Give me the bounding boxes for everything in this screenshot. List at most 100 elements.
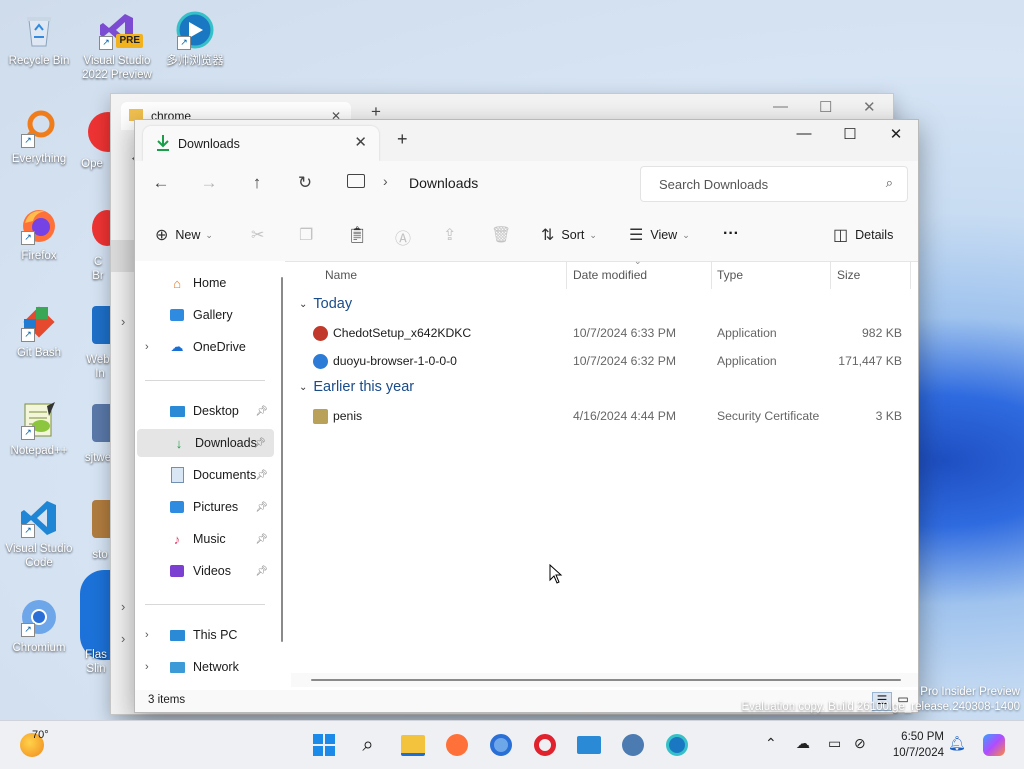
music-icon: ♪ <box>173 531 181 547</box>
column-divider[interactable] <box>711 261 712 289</box>
minimize-icon[interactable]: — <box>773 98 788 115</box>
network-status-icon[interactable]: ⊘ <box>854 735 866 752</box>
duoyu-browser-taskbar-icon[interactable] <box>663 731 691 759</box>
git-bash-desktop-icon[interactable]: ↗ Git Bash <box>3 302 75 360</box>
tab-close-icon[interactable]: ✕ <box>354 133 367 151</box>
maximize-icon[interactable]: ☐ <box>819 98 832 116</box>
up-icon[interactable]: ↑ <box>245 173 269 193</box>
pin-icon[interactable]: 📌︎ <box>255 534 268 545</box>
clipboard-icon: 📋︎ <box>347 227 368 244</box>
view-button[interactable]: ☰ View ⌄ <box>629 225 690 245</box>
nav-scrollbar[interactable] <box>281 277 283 642</box>
globe-app-taskbar-icon[interactable] <box>619 731 647 759</box>
nav-item-documents[interactable]: Documents 📌︎ <box>135 461 276 489</box>
more-options-button[interactable]: ··· <box>723 225 739 243</box>
nav-item-home[interactable]: ⌂ Home <box>135 269 276 297</box>
tab-downloads[interactable]: Downloads ✕ <box>143 126 379 161</box>
everything-desktop-icon[interactable]: ↗ Everything <box>3 108 75 166</box>
visual-studio-desktop-icon[interactable]: PRE ↗ Visual Studio 2022 Preview <box>81 10 153 82</box>
notepad-plus-plus-desktop-icon[interactable]: ↗ Notepad++ <box>3 400 75 458</box>
search-input[interactable]: Search Downloads ⌕ <box>640 166 908 202</box>
new-button[interactable]: ⊕ New ⌄ <box>155 225 213 245</box>
copy-button[interactable]: ❐ <box>299 225 320 245</box>
display-icon[interactable]: ▭ <box>828 735 841 752</box>
details-button[interactable]: ◫ Details <box>833 225 893 245</box>
notification-bell-icon[interactable]: 🔔︎ <box>948 735 966 752</box>
recycle-bin-desktop-icon[interactable]: Recycle Bin <box>3 10 75 68</box>
nav-item-network[interactable]: › Network <box>135 653 276 681</box>
column-divider[interactable] <box>566 261 567 289</box>
horizontal-scrollbar[interactable] <box>311 679 901 681</box>
show-hidden-icons-icon[interactable]: ⌃ <box>765 735 777 752</box>
chevron-right-icon[interactable]: › <box>145 341 157 353</box>
nav-item-gallery[interactable]: Gallery <box>135 301 276 329</box>
column-header-date[interactable]: Date modified <box>573 268 647 282</box>
chevron-right-icon[interactable]: › <box>121 599 125 614</box>
search-icon[interactable]: ⌕ <box>354 731 382 759</box>
copilot-icon[interactable] <box>980 731 1008 759</box>
pin-icon[interactable]: 📌︎ <box>255 502 268 513</box>
share-button[interactable]: ⇪ <box>443 225 463 245</box>
chevron-right-icon[interactable]: › <box>121 314 125 329</box>
column-divider[interactable] <box>830 261 831 289</box>
group-header-earlier-this-year[interactable]: ⌄ Earlier this year <box>299 379 414 395</box>
monitor-app-taskbar-icon[interactable] <box>575 731 603 759</box>
new-tab-icon[interactable]: + <box>397 129 408 150</box>
cut-button[interactable]: ✂ <box>251 225 271 245</box>
delete-button[interactable]: 🗑︎ <box>491 225 518 245</box>
weather-temp[interactable]: 70° <box>32 729 49 741</box>
table-row[interactable]: penis 4/16/2024 4:44 PM Security Certifi… <box>291 403 916 429</box>
table-row[interactable]: ChedotSetup_x642KDKC 10/7/2024 6:33 PM A… <box>291 320 916 346</box>
chevron-down-icon: ⌄ <box>299 298 308 310</box>
clock[interactable]: 6:50 PM 10/7/2024 <box>893 729 944 761</box>
nav-item-desktop[interactable]: Desktop 📌︎ <box>135 397 276 425</box>
nav-item-downloads[interactable]: ↓ Downloads 📌︎ <box>137 429 274 457</box>
vscode-desktop-icon[interactable]: ↗ Visual Studio Code <box>3 498 75 570</box>
firefox-desktop-icon[interactable]: ↗ Firefox <box>3 205 75 263</box>
opera-taskbar-icon[interactable] <box>531 731 559 759</box>
forward-icon[interactable]: → <box>197 173 221 193</box>
group-header-today[interactable]: ⌄ Today <box>299 296 352 312</box>
chromium-desktop-icon[interactable]: ↗ Chromium <box>3 597 75 655</box>
nav-item-pictures[interactable]: Pictures 📌︎ <box>135 493 276 521</box>
pin-icon[interactable]: 📌︎ <box>255 566 268 577</box>
chevron-right-icon[interactable]: › <box>121 631 125 646</box>
column-divider[interactable] <box>910 261 911 289</box>
chevron-right-icon[interactable]: › <box>145 661 157 673</box>
pin-icon[interactable]: 📌︎ <box>255 470 268 481</box>
chromium-taskbar-icon[interactable] <box>487 731 515 759</box>
firefox-taskbar-icon[interactable] <box>443 731 471 759</box>
close-icon[interactable]: ✕ <box>881 125 911 143</box>
paste-button[interactable]: 📋︎ <box>347 225 374 245</box>
nav-item-music[interactable]: ♪ Music 📌︎ <box>135 525 276 553</box>
file-explorer-window[interactable]: Downloads ✕ + — ☐ ✕ ← → ↑ ↻ › Downloads … <box>134 119 919 713</box>
cloud-offline-icon[interactable]: ☁ <box>796 735 810 752</box>
maximize-icon[interactable]: ☐ <box>835 125 865 143</box>
title-bar[interactable]: Downloads ✕ + — ☐ ✕ <box>135 120 918 161</box>
column-header-size[interactable]: Size <box>837 268 860 282</box>
nav-item-videos[interactable]: Videos 📌︎ <box>135 557 276 585</box>
column-header-type[interactable]: Type <box>717 268 743 282</box>
chevron-right-icon[interactable]: › <box>145 629 157 641</box>
column-header-name[interactable]: Name <box>325 268 357 282</box>
table-row[interactable]: duoyu-browser-1-0-0-0 10/7/2024 6:32 PM … <box>291 348 916 374</box>
rename-button[interactable]: Ⓐ <box>395 225 418 249</box>
minimize-icon[interactable]: — <box>789 125 819 142</box>
chevron-right-icon[interactable]: › <box>383 173 388 189</box>
back-icon[interactable]: ← <box>149 173 173 193</box>
copy-icon: ❐ <box>299 227 314 244</box>
start-button[interactable] <box>310 731 338 759</box>
close-icon[interactable]: ✕ <box>863 98 876 116</box>
breadcrumb[interactable]: Downloads <box>409 175 478 191</box>
sort-button[interactable]: ⇅ Sort ⌄ <box>541 225 597 245</box>
path-field[interactable]: › Downloads <box>335 167 635 199</box>
refresh-icon[interactable]: ↻ <box>293 173 317 193</box>
download-icon: ↓ <box>175 435 183 451</box>
nav-item-onedrive[interactable]: › ☁ OneDrive <box>135 333 276 361</box>
nav-item-this-pc[interactable]: › This PC <box>135 621 276 649</box>
duoyu-browser-desktop-icon[interactable]: ↗ 多帅浏览器 <box>159 10 231 68</box>
file-explorer-taskbar-icon[interactable] <box>399 731 427 759</box>
network-icon <box>169 659 185 675</box>
pin-icon[interactable]: 📌︎ <box>253 438 266 449</box>
pin-icon[interactable]: 📌︎ <box>255 406 268 417</box>
